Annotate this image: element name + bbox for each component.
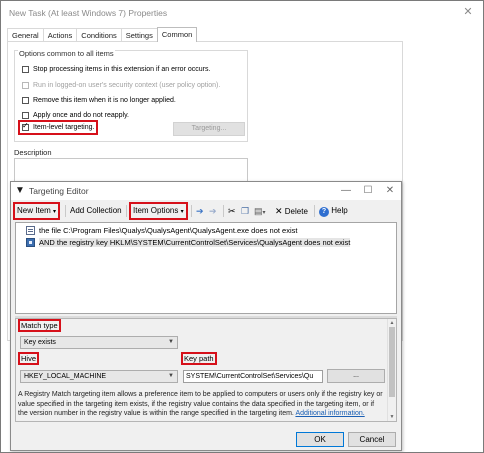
cut-icon[interactable]: ✂ [228, 204, 236, 218]
tab-settings[interactable]: Settings [120, 28, 158, 42]
description-field[interactable] [14, 158, 248, 182]
item-level-targeting-checkbox[interactable] [22, 121, 29, 131]
option-item-level-targeting[interactable]: Item-level targeting. [17, 120, 99, 135]
add-collection-button[interactable]: Add Collection [70, 204, 122, 218]
list-item[interactable]: the file C:\Program Files\Qualys\QualysA… [26, 226, 297, 235]
hive-value: HKEY_LOCAL_MACHINE [24, 373, 107, 380]
close-icon[interactable]: ✕ [383, 184, 397, 198]
more-info-link[interactable]: Additional information. [295, 410, 364, 417]
dropdown-arrow-icon: ▾ [53, 209, 57, 215]
dropdown-arrow-icon: ▾ [180, 209, 184, 215]
toolbar-separator [191, 205, 192, 217]
filter-icon: ▼ [15, 185, 25, 196]
help-label: Help [331, 206, 348, 215]
targeting-button[interactable]: Targeting... [173, 122, 245, 136]
item-options-button[interactable]: Item Options ▾ [129, 202, 188, 220]
help-button[interactable]: ? Help [319, 204, 348, 218]
cancel-button[interactable]: Cancel [348, 432, 396, 447]
tab-general[interactable]: General [7, 28, 44, 42]
option-label: Stop processing items in this extension … [33, 66, 211, 73]
tab-common[interactable]: Common [156, 27, 198, 42]
item-description: A Registry Match targeting item allows a… [18, 390, 384, 419]
option-label: Item-level targeting. [33, 124, 95, 131]
common-options-group-label: Options common to all items [18, 49, 115, 58]
option-remove-item[interactable]: Remove this item when it is no longer ap… [22, 97, 176, 104]
stop-processing-checkbox[interactable] [22, 66, 29, 73]
browse-button[interactable]: ... [327, 369, 385, 383]
help-icon: ? [319, 207, 329, 217]
option-stop-processing[interactable]: Stop processing items in this extension … [22, 66, 210, 73]
match-type-value: Key exists [24, 339, 56, 346]
targeting-editor-dialog: ▼ Targeting Editor — ☐ ✕ New Item ▾ Add … [10, 181, 402, 451]
hive-label: Hive [17, 352, 40, 365]
key-path-input[interactable]: SYSTEM\CurrentControlSet\Services\Qu [183, 370, 323, 383]
option-label: Run in logged-on user's security context… [33, 82, 221, 89]
option-label: Remove this item when it is no longer ap… [33, 97, 176, 104]
move-up-icon[interactable]: ➔ [209, 204, 217, 218]
window-title: New Task (At least Windows 7) Properties [9, 8, 168, 18]
apply-once-checkbox[interactable] [22, 112, 29, 119]
registry-icon [26, 238, 35, 247]
run-in-user-context-checkbox [22, 82, 29, 89]
match-type-select[interactable]: Key exists ▼ [20, 336, 178, 349]
item-properties-pane: Match type Key exists ▼ Hive Key path HK… [15, 318, 397, 422]
properties-scrollbar[interactable]: ▲ ▼ [387, 319, 396, 421]
scrollbar-thumb[interactable] [389, 327, 395, 397]
targeting-editor-titlebar: ▼ Targeting Editor — ☐ ✕ [11, 182, 401, 200]
ok-button[interactable]: OK [296, 432, 344, 447]
window-close-icon[interactable]: ✕ [461, 5, 475, 19]
list-item[interactable]: AND the registry key HKLM\SYSTEM\Current… [26, 238, 351, 247]
new-item-button[interactable]: New Item ▾ [12, 202, 61, 220]
option-apply-once[interactable]: Apply once and do not reapply. [22, 112, 129, 119]
delete-button[interactable]: ✕ Delete [275, 204, 308, 218]
option-label: Apply once and do not reapply. [33, 112, 129, 119]
key-path-label: Key path [181, 352, 217, 365]
chevron-down-icon: ▼ [168, 339, 174, 345]
paste-icon[interactable]: ▤▾ [254, 204, 266, 218]
list-item-text: the file C:\Program Files\Qualys\QualysA… [39, 226, 298, 235]
maximize-icon[interactable]: ☐ [361, 184, 375, 198]
file-icon [26, 226, 35, 235]
toolbar-separator [65, 205, 66, 217]
toolbar-separator [223, 205, 224, 217]
option-run-in-user-context: Run in logged-on user's security context… [22, 82, 220, 89]
targeting-items-list[interactable]: the file C:\Program Files\Qualys\QualysA… [15, 222, 397, 314]
targeting-toolbar: New Item ▾ Add Collection Item Options ▾… [11, 202, 401, 220]
scroll-up-icon[interactable]: ▲ [388, 319, 396, 327]
toolbar-separator [314, 205, 315, 217]
copy-icon[interactable]: ❐ [241, 204, 249, 218]
delete-icon: ✕ [275, 206, 283, 216]
hive-select[interactable]: HKEY_LOCAL_MACHINE ▼ [20, 370, 178, 383]
remove-item-checkbox[interactable] [22, 97, 29, 104]
scroll-down-icon[interactable]: ▼ [388, 413, 396, 421]
tab-actions[interactable]: Actions [42, 28, 78, 42]
list-item-text: AND the registry key HKLM\SYSTEM\Current… [39, 238, 351, 247]
toolbar-separator [126, 205, 127, 217]
item-options-label: Item Options [133, 206, 179, 215]
targeting-editor-title: Targeting Editor [29, 186, 89, 196]
delete-label: Delete [284, 207, 308, 216]
tab-strip: General Actions Conditions Settings Comm… [7, 27, 198, 42]
description-label: Description [14, 148, 52, 157]
minimize-icon[interactable]: — [339, 184, 353, 198]
match-type-label: Match type [18, 319, 61, 332]
move-down-icon[interactable]: ➔ [196, 204, 204, 218]
chevron-down-icon: ▼ [168, 373, 174, 379]
new-item-label: New Item [17, 206, 51, 215]
tab-conditions[interactable]: Conditions [76, 28, 122, 42]
